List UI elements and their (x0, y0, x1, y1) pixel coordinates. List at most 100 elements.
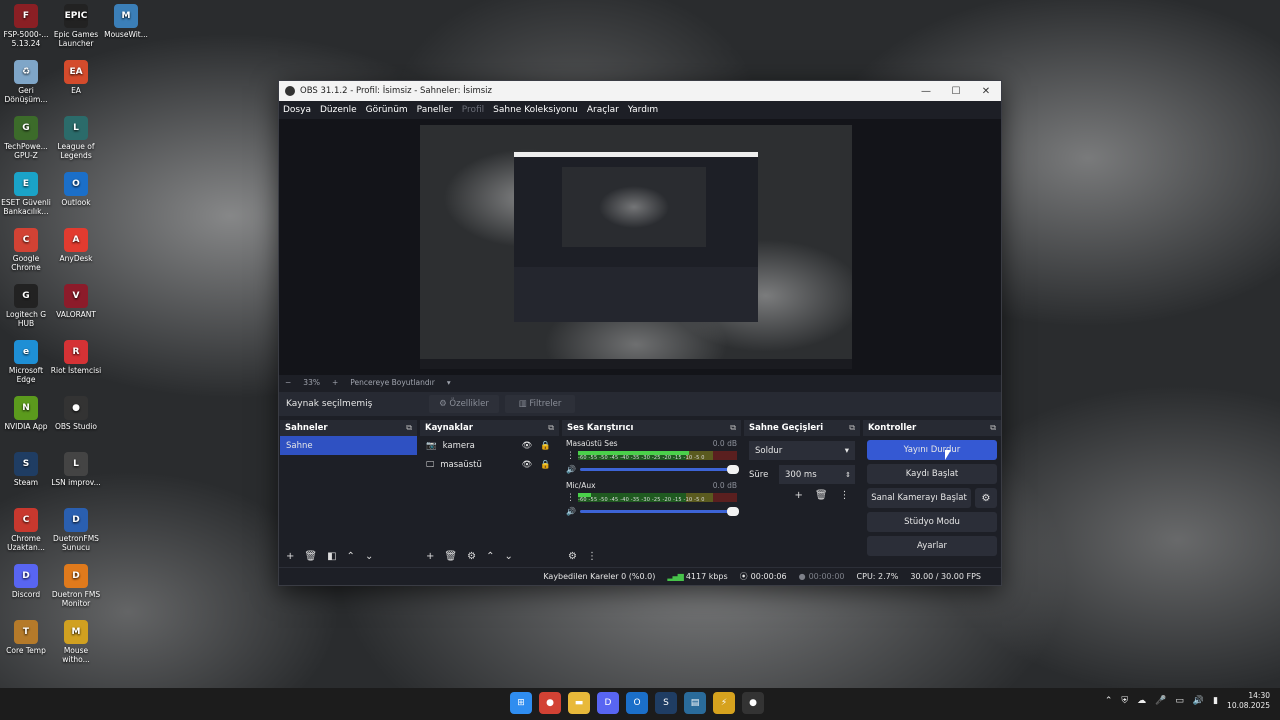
add-icon[interactable]: + (794, 490, 802, 501)
steam-icon[interactable]: S (655, 692, 677, 714)
menu-scene-collection[interactable]: Sahne Koleksiyonu (493, 105, 578, 115)
menu-icon[interactable]: ⋮ (840, 490, 850, 501)
close-button[interactable]: ✕ (971, 86, 1001, 97)
chrome-icon[interactable]: ● (539, 692, 561, 714)
desktop-icon[interactable]: C Google Chrome (0, 228, 52, 272)
desktop-icon[interactable]: S Steam (0, 452, 52, 487)
menu-edit[interactable]: Düzenle (320, 105, 357, 115)
clock[interactable]: 14:30 10.08.2025 (1227, 691, 1270, 711)
desktop-icon[interactable]: M Mouse witho... (50, 620, 102, 664)
source-item-kamera[interactable]: 📷 kamera 👁 🔒 (420, 436, 559, 455)
desktop-icon[interactable]: D Duetron FMS Monitor (50, 564, 102, 608)
app-yellow-icon[interactable]: ⚡ (713, 692, 735, 714)
desktop-icon[interactable]: R Riot İstemcisi (50, 340, 102, 375)
track-menu-icon[interactable]: ⋮ (566, 493, 578, 503)
menu-view[interactable]: Görünüm (366, 105, 408, 115)
add-icon[interactable]: + (286, 551, 294, 562)
undock-icon[interactable]: ⧉ (548, 423, 554, 433)
start-icon[interactable]: ⊞ (510, 692, 532, 714)
move-up-icon[interactable]: ⌃ (486, 551, 494, 562)
menu-file[interactable]: Dosya (283, 105, 311, 115)
menu-help[interactable]: Yardım (628, 105, 658, 115)
app-blue-icon[interactable]: ▤ (684, 692, 706, 714)
undock-icon[interactable]: ⧉ (730, 423, 736, 433)
move-up-icon[interactable]: ⌃ (347, 551, 355, 562)
desktop-icon[interactable]: N NVIDIA App (0, 396, 52, 431)
undock-icon[interactable]: ⧉ (849, 423, 855, 433)
zoom-out-button[interactable]: − (285, 378, 291, 387)
move-down-icon[interactable]: ⌄ (365, 551, 373, 562)
visibility-eye-icon[interactable]: 👁 (522, 460, 533, 470)
desktop-icon[interactable]: V VALORANT (50, 284, 102, 319)
microphone-icon[interactable]: 🎤 (1155, 696, 1166, 706)
lock-icon[interactable]: 🔒 (540, 460, 551, 470)
volume-icon[interactable]: 🔊 (1193, 696, 1204, 706)
visibility-eye-icon[interactable]: 👁 (522, 441, 533, 451)
stop-stream-button[interactable]: Yayını Durdur (867, 440, 997, 460)
desktop-icon[interactable]: L League of Legends (50, 116, 102, 160)
desktop-icon[interactable]: e Microsoft Edge (0, 340, 52, 384)
speaker-icon[interactable]: 🔊 (566, 507, 580, 516)
start-record-button[interactable]: Kaydı Başlat (867, 464, 997, 484)
outlook-icon[interactable]: O (626, 692, 648, 714)
desktop-icon[interactable]: M MouseWit... (100, 4, 152, 39)
desktop-icon[interactable]: O Outlook (50, 172, 102, 207)
trash-icon[interactable]: 🗑 (444, 551, 457, 562)
settings-button[interactable]: Ayarlar (867, 536, 997, 556)
tray-overflow-icon[interactable]: ⌃ (1105, 696, 1113, 706)
desktop-icon[interactable]: EA EA (50, 60, 102, 95)
mixer-menu-icon[interactable]: ⋮ (587, 551, 597, 562)
battery-icon[interactable]: ▮ (1213, 696, 1218, 706)
speaker-icon[interactable]: 🔊 (566, 465, 580, 474)
track-menu-icon[interactable]: ⋮ (566, 451, 578, 461)
advanced-audio-icon[interactable]: ⚙ (568, 551, 577, 562)
desktop-icon[interactable]: G Logitech G HUB (0, 284, 52, 328)
scene-item[interactable]: Sahne (280, 436, 417, 455)
zoom-in-button[interactable]: + (332, 378, 338, 387)
menu-docks[interactable]: Paneller (417, 105, 453, 115)
zoom-dropdown-icon[interactable]: ▾ (447, 378, 451, 387)
stepper-icon[interactable]: ⇕ (845, 471, 851, 479)
maximize-button[interactable]: ☐ (941, 86, 971, 97)
transition-select[interactable]: Soldur ▾ (749, 441, 855, 460)
trash-icon[interactable]: 🗑 (815, 490, 828, 501)
desktop-icon[interactable]: E ESET Güvenli Bankacılık... (0, 172, 52, 216)
desktop-icon[interactable]: A AnyDesk (50, 228, 102, 263)
obs-icon[interactable]: ● (742, 692, 764, 714)
desktop-icon[interactable]: F FSP-5000-... 5.13.24 (0, 4, 52, 48)
virtual-camera-button[interactable]: Sanal Kamerayı Başlat (867, 488, 971, 508)
desktop-icon[interactable]: G TechPowe... GPU-Z (0, 116, 52, 160)
studio-mode-button[interactable]: Stüdyo Modu (867, 512, 997, 532)
preview-canvas[interactable] (420, 125, 852, 369)
menu-tools[interactable]: Araçlar (587, 105, 619, 115)
source-item-masaustu[interactable]: 🖵 masaüstü 👁 🔒 (420, 455, 559, 474)
gear-icon[interactable]: ⚙ (467, 551, 476, 562)
desktop-icon[interactable]: D Discord (0, 564, 52, 599)
desktop-icon[interactable]: C Chrome Uzaktan... (0, 508, 52, 552)
volume-slider[interactable] (580, 506, 739, 516)
desktop-icon[interactable]: D DuetronFMS Sunucu (50, 508, 102, 552)
discord-icon[interactable]: D (597, 692, 619, 714)
cloud-icon[interactable]: ☁ (1137, 696, 1146, 706)
filter-icon[interactable]: ◧ (327, 551, 336, 562)
fit-to-window[interactable]: Pencereye Boyutlandır (350, 378, 435, 387)
desktop-icon[interactable]: L LSN improv... (50, 452, 102, 487)
desktop-icon[interactable]: T Core Temp (0, 620, 52, 655)
move-down-icon[interactable]: ⌄ (504, 551, 512, 562)
slider-knob[interactable] (727, 464, 739, 474)
desktop-icon[interactable]: ♻ Geri Dönüşüm... (0, 60, 52, 104)
slider-knob[interactable] (727, 506, 739, 516)
desktop-icon[interactable]: EPIC Epic Games Launcher (50, 4, 102, 48)
security-icon[interactable]: ⛨ (1121, 696, 1128, 706)
gear-icon[interactable]: ⚙ (975, 488, 997, 508)
minimize-button[interactable]: — (911, 86, 941, 97)
trash-icon[interactable]: 🗑 (304, 551, 317, 562)
desktop-icon[interactable]: ● OBS Studio (50, 396, 102, 431)
volume-slider[interactable] (580, 464, 739, 474)
duration-input[interactable]: 300 ms ⇕ (779, 465, 855, 484)
explorer-icon[interactable]: ▬ (568, 692, 590, 714)
undock-icon[interactable]: ⧉ (990, 423, 996, 433)
network-icon[interactable]: ▭ (1175, 696, 1184, 706)
lock-icon[interactable]: 🔒 (540, 441, 551, 451)
add-icon[interactable]: + (426, 551, 434, 562)
